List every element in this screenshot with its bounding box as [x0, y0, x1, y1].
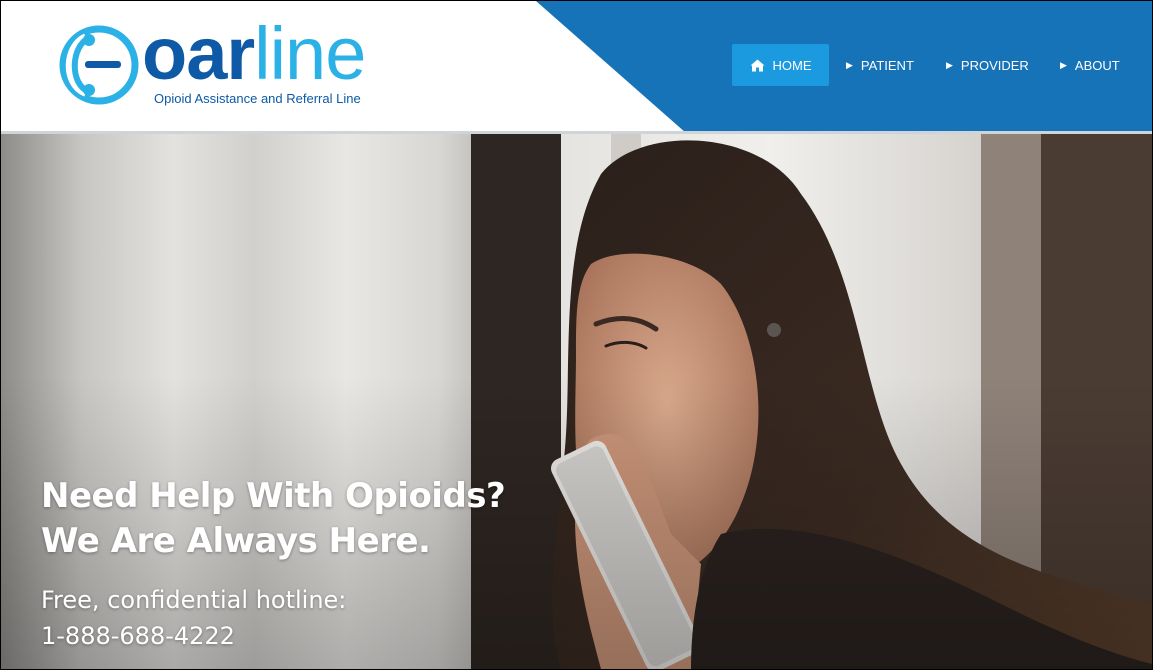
hero-subtext-line1: Free, confidential hotline:	[41, 586, 347, 614]
logo-wordmark: oarline	[142, 12, 366, 95]
oarline-logo[interactable]: oarline Opioid Assistance and Referral L…	[57, 12, 407, 112]
nav-home-label: HOME	[772, 57, 812, 73]
nav-provider[interactable]: ▶ PROVIDER	[946, 44, 1029, 86]
nav-patient[interactable]: ▶ PATIENT	[846, 44, 914, 86]
hero-subtext: Free, confidential hotline: 1-888-688-42…	[41, 582, 346, 654]
logo-tagline: Opioid Assistance and Referral Line	[154, 91, 361, 106]
hero-banner: Need Help With Opioids? We Are Always He…	[1, 134, 1152, 669]
nav-about-label: ABOUT	[1074, 57, 1120, 73]
nav-home[interactable]: HOME	[732, 44, 829, 86]
caret-right-icon: ▶	[946, 59, 953, 70]
hero-headline-line2: We Are Always Here.	[41, 521, 431, 561]
page-frame: oarline Opioid Assistance and Referral L…	[0, 0, 1153, 670]
home-icon	[750, 59, 764, 71]
logo-word-bold: oar	[142, 12, 255, 95]
nav-provider-label: PROVIDER	[960, 57, 1029, 73]
logo-word-light: line	[254, 12, 366, 95]
hero-headline: Need Help With Opioids? We Are Always He…	[41, 474, 506, 564]
hero-headline-line1: Need Help With Opioids?	[41, 476, 506, 516]
phone-handset-logo-icon	[59, 25, 139, 105]
caret-right-icon: ▶	[1060, 59, 1067, 70]
site-header: oarline Opioid Assistance and Referral L…	[1, 1, 1152, 134]
nav-about[interactable]: ▶ ABOUT	[1060, 44, 1120, 86]
caret-right-icon: ▶	[846, 59, 853, 70]
nav-patient-label: PATIENT	[860, 57, 914, 73]
hotline-number[interactable]: 1-888-688-4222	[41, 622, 235, 650]
